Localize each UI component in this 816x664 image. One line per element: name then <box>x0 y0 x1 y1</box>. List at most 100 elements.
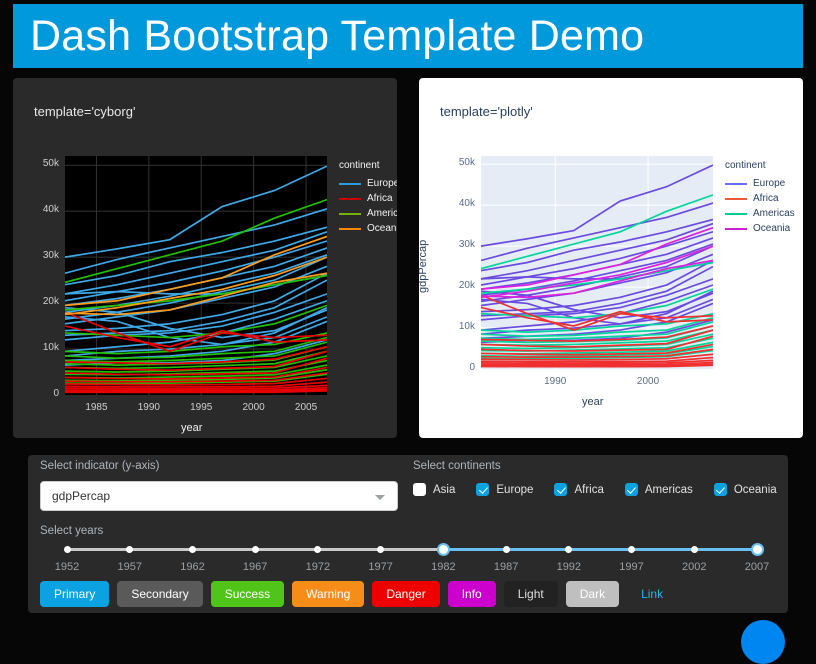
primary-button[interactable]: Primary <box>40 581 110 607</box>
checkbox-unchecked-icon[interactable] <box>413 483 426 496</box>
slider-mark-label[interactable]: 1987 <box>494 561 518 573</box>
light-button[interactable]: Light <box>503 581 558 607</box>
x-axis-tick: 1990 <box>137 402 160 413</box>
app-header: Dash Bootstrap Template Demo <box>13 4 803 68</box>
continent-checkbox-label: Africa <box>574 483 604 496</box>
slider-mark-label[interactable]: 1992 <box>557 561 581 573</box>
legend-item-europe[interactable]: Europe <box>725 178 785 189</box>
slider-mark-label[interactable]: 2007 <box>745 561 769 573</box>
slider-mark-label[interactable]: 1997 <box>619 561 643 573</box>
continents-label: Select continents <box>413 460 501 472</box>
legend-title: continent <box>725 160 766 171</box>
slider-mark-dot <box>314 546 322 553</box>
legend-item-africa[interactable]: Africa <box>725 193 779 204</box>
legend-item-label: Oceania <box>367 223 397 234</box>
indicator-select[interactable]: gdpPercap <box>40 481 398 511</box>
slider-mark-label[interactable]: 1957 <box>117 561 141 573</box>
page-title: Dash Bootstrap Template Demo <box>30 11 645 60</box>
continent-checkbox-europe[interactable]: Europe <box>476 483 533 496</box>
indicator-select-value: gdpPercap <box>52 489 111 503</box>
legend-swatch-icon <box>339 197 361 200</box>
y-axis-tick: 20k <box>458 280 475 292</box>
checkbox-checked-icon[interactable] <box>624 483 638 496</box>
help-fab-button[interactable] <box>741 620 785 664</box>
slider-mark-dot <box>502 546 510 553</box>
checkbox-checked-icon[interactable] <box>554 483 568 496</box>
continent-checkbox-label: Americas <box>644 483 693 496</box>
legend-item-oceania[interactable]: Oceania <box>725 223 790 234</box>
legend-item-label: Oceania <box>753 223 791 234</box>
legend-swatch-icon <box>339 212 361 215</box>
figure-plotly[interactable]: 0 10k 20k 30k 40k 50k 1990 2000 year gdpPercap con… <box>419 78 803 438</box>
slider-handle[interactable] <box>750 543 764 556</box>
y-axis-tick: 10k <box>458 321 475 333</box>
legend-swatch-icon <box>725 227 747 230</box>
legend-swatch-icon <box>339 227 361 230</box>
x-axis-tick: 2005 <box>294 402 318 413</box>
legend-swatch-icon <box>339 182 361 185</box>
slider-mark-label[interactable]: 1972 <box>306 561 330 573</box>
x-axis-tick: 1995 <box>190 402 213 413</box>
legend-item-europe[interactable]: Europe <box>339 178 397 189</box>
legend-item-label: Africa <box>367 193 393 204</box>
slider-active-track <box>443 548 757 551</box>
legend-item-americas[interactable]: Americas <box>725 208 795 219</box>
secondary-button[interactable]: Secondary <box>117 581 203 607</box>
y-axis-tick: 0 <box>469 362 475 373</box>
continent-checkbox-asia[interactable]: Asia <box>413 483 455 496</box>
figure-cyborg[interactable]: 0 10k 20k 30k 40k 50k 1985 1990 1995 2000 2005 year… <box>13 78 397 438</box>
warning-button[interactable]: Warning <box>292 581 365 607</box>
legend-item-label: Africa <box>753 193 779 204</box>
danger-button[interactable]: Danger <box>372 581 440 607</box>
slider-mark-label[interactable]: 2002 <box>682 561 706 573</box>
success-button[interactable]: Success <box>210 581 285 607</box>
continent-checkbox-africa[interactable]: Africa <box>554 483 604 496</box>
legend-swatch-icon <box>725 197 747 200</box>
legend-item-africa[interactable]: Africa <box>339 193 393 204</box>
slider-mark-dot <box>251 546 259 553</box>
controls-panel: Select indicator (y-axis) gdpPercap Sele… <box>28 455 788 613</box>
plot-lines <box>481 156 713 369</box>
slider-mark-label[interactable]: 1962 <box>180 561 204 573</box>
continent-checkbox-label: Oceania <box>733 483 777 496</box>
years-label: Select years <box>40 525 104 537</box>
continent-checkbox-group: Asia Europe Africa Americas Oceania <box>413 483 798 496</box>
slider-mark-dot <box>690 546 698 553</box>
continent-checkbox-oceania[interactable]: Oceania <box>713 483 777 496</box>
link-button[interactable]: Link <box>627 581 677 607</box>
checkbox-checked-icon[interactable] <box>476 483 490 496</box>
slider-mark-dot <box>565 546 573 553</box>
slider-handle[interactable] <box>436 543 450 556</box>
x-axis-tick: 1990 <box>544 376 567 387</box>
indicator-label: Select indicator (y-axis) <box>40 460 160 472</box>
legend-item-americas[interactable]: Americas <box>339 208 397 219</box>
y-axis-tick: 40k <box>458 198 475 210</box>
slider-mark-label[interactable]: 1982 <box>431 561 455 573</box>
legend-item-label: Europe <box>367 178 397 189</box>
slider-mark-dot <box>126 546 134 553</box>
legend-item-label: Americas <box>753 208 795 219</box>
chevron-down-icon <box>375 495 385 500</box>
y-axis-tick: 40k <box>42 204 59 216</box>
legend-swatch-icon <box>725 212 747 215</box>
button-row: Primary Secondary Success Warning Danger Info… <box>40 581 685 607</box>
year-range-slider[interactable]: 1952 1957 1962 1967 1972 1977 1982 1987 1992 1997… <box>40 543 776 581</box>
x-axis-title: year <box>181 422 203 434</box>
legend-swatch-icon <box>725 182 747 185</box>
continent-checkbox-americas[interactable]: Americas <box>624 483 693 496</box>
y-axis-tick: 30k <box>42 250 59 262</box>
legend-item-label: Americas <box>367 208 397 219</box>
slider-mark-label[interactable]: 1952 <box>55 561 79 573</box>
slider-mark-dot <box>628 546 636 553</box>
x-axis-tick: 2000 <box>636 376 660 387</box>
continent-checkbox-label: Europe <box>496 483 534 496</box>
slider-mark-label[interactable]: 1967 <box>243 561 267 573</box>
legend-item-oceania[interactable]: Oceania <box>339 223 397 234</box>
dark-button[interactable]: Dark <box>565 581 620 607</box>
checkbox-checked-icon[interactable] <box>713 483 727 496</box>
slider-mark-dot <box>188 546 196 553</box>
x-axis-tick: 2000 <box>242 402 265 413</box>
app-root: Dash Bootstrap Template Demo template='c… <box>0 0 816 664</box>
slider-mark-label[interactable]: 1977 <box>368 561 392 573</box>
info-button[interactable]: Info <box>447 581 496 607</box>
